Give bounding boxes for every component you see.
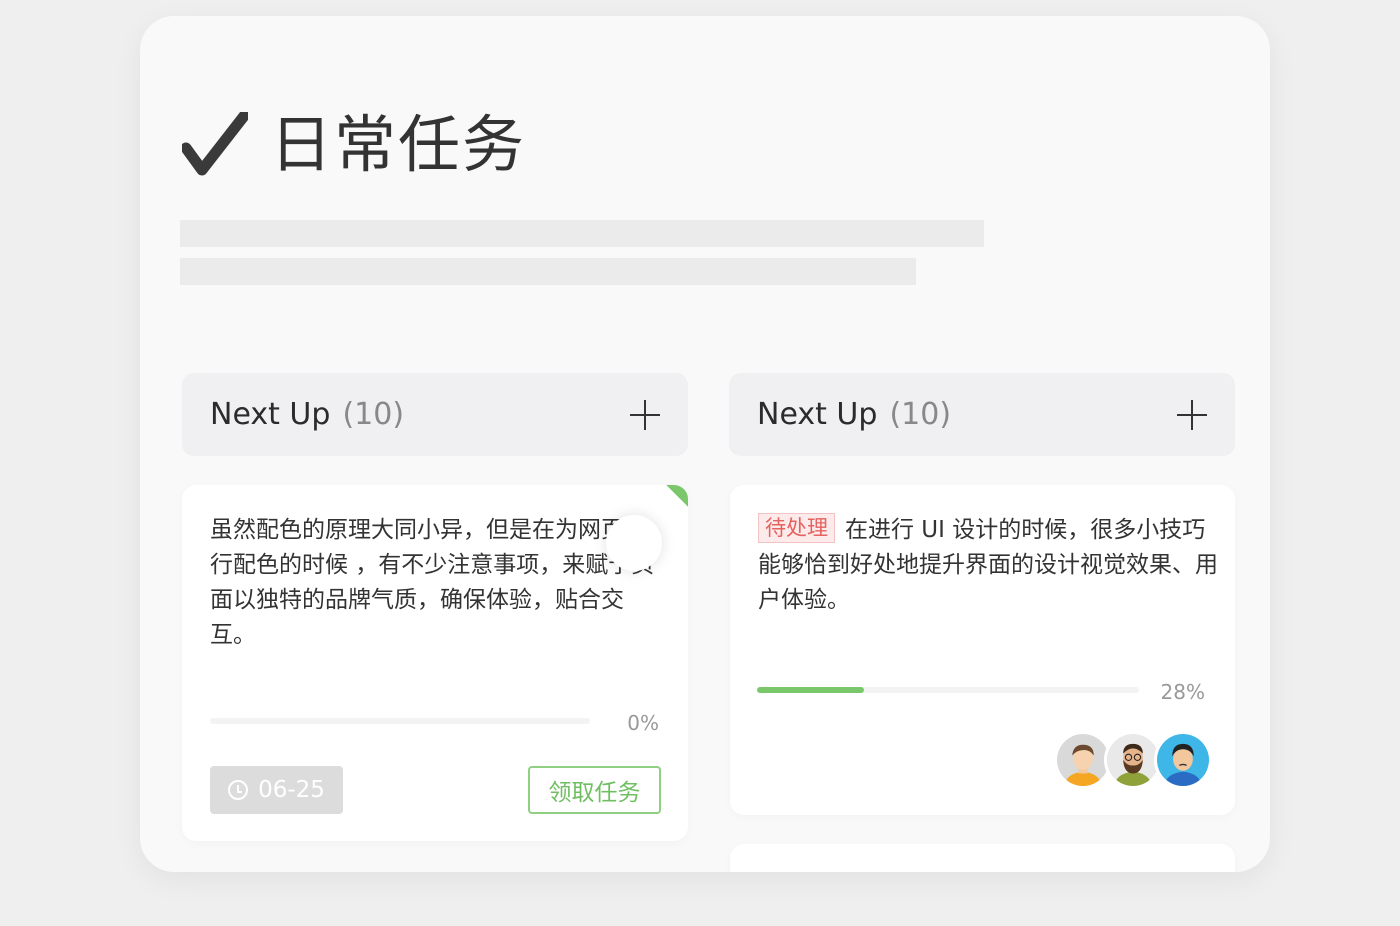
status-corner-flag [666,485,688,507]
assignee-avatars [1054,731,1212,789]
avatar[interactable] [1154,731,1212,789]
progress-bar [757,687,1139,693]
task-description-block: 待处理 在进行 UI 设计的时候，很多小技巧能够恰到好处地提升界面的设计视觉效果、… [758,513,1218,618]
column-header-next-up: Next Up (10) [182,373,688,456]
status-tag: 待处理 [758,513,835,543]
avatar-man-blue-icon [1157,734,1209,786]
due-date: 06-25 [258,777,325,803]
task-description: 虽然配色的原理大同小异，但是在为网页进行配色的时候 ，有不少注意事项，来赋予页面… [210,517,655,648]
progress-percent: 28% [1160,680,1205,704]
avatar-bearded-man-icon [1107,734,1159,786]
plus-icon[interactable] [630,399,660,430]
task-board-panel: 日常任务 Next Up (10) Next Up (10) 虽然配色的原理大同… [140,16,1270,872]
avatar-man-orange-icon [1057,734,1109,786]
progress-fill [757,687,864,693]
due-date-chip: 06-25 [210,766,343,814]
description-placeholder-line-2 [180,258,916,285]
plus-icon[interactable] [1177,399,1207,430]
task-card[interactable]: 虽然配色的原理大同小异，但是在为网页进行配色的时候 ，有不少注意事项，来赋予页面… [182,485,688,841]
click-ripple [606,515,662,571]
claim-task-button[interactable]: 领取任务 [528,766,661,814]
column-count: (10) [889,397,952,432]
task-card[interactable]: 待处理 在进行 UI 设计的时候，很多小技巧能够恰到好处地提升界面的设计视觉效果、… [730,485,1235,815]
column-title: Next Up [757,397,878,432]
page-title: 日常任务 [270,108,527,181]
column-header-next-up: Next Up (10) [729,373,1235,456]
progress-percent: 0% [627,711,659,735]
column-count: (10) [342,397,405,432]
task-card[interactable] [730,844,1235,872]
clock-icon [228,780,249,800]
column-title: Next Up [210,397,331,432]
description-placeholder-line-1 [180,220,984,247]
title-row: 日常任务 [182,112,526,178]
progress-bar [210,718,590,724]
check-icon [182,112,248,176]
